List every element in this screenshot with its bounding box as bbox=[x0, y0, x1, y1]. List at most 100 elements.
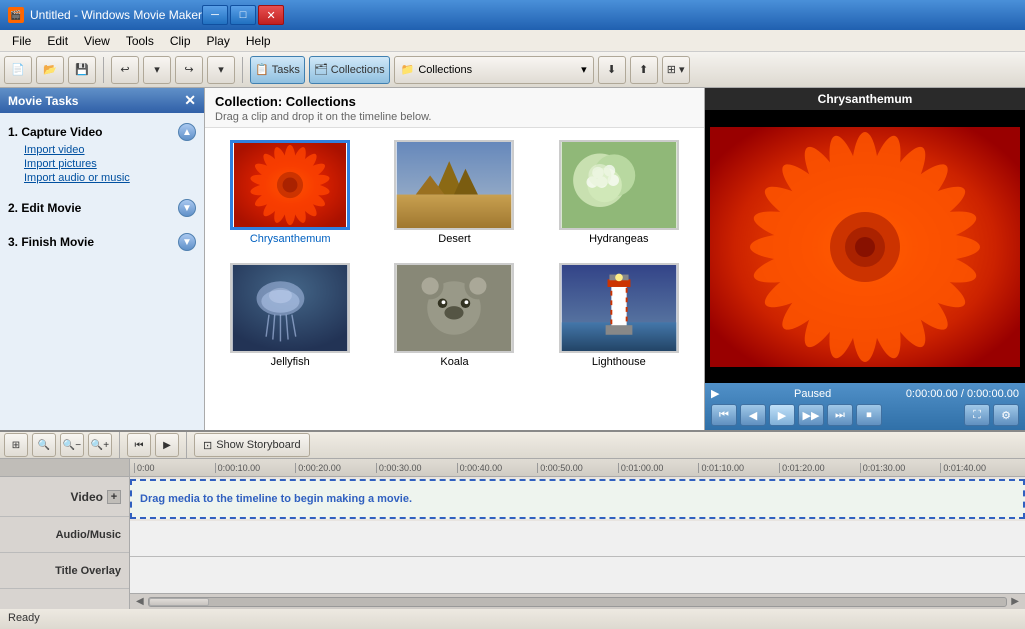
maximize-button[interactable]: □ bbox=[230, 5, 256, 25]
media-item-lighthouse[interactable]: Lighthouse bbox=[542, 259, 696, 372]
finish-movie-section: 3. Finish Movie ▼ bbox=[8, 231, 196, 253]
menu-play[interactable]: Play bbox=[199, 32, 238, 50]
menu-file[interactable]: File bbox=[4, 32, 39, 50]
timeline-scrollbar[interactable]: ◀ ▶ bbox=[130, 593, 1025, 609]
export-button[interactable]: ⬆ bbox=[630, 56, 658, 84]
preview-play-button[interactable]: ▶ bbox=[769, 404, 795, 426]
main-area: Movie Tasks ✕ 1. Capture Video ▲ Import … bbox=[0, 88, 1025, 430]
scroll-right-button[interactable]: ▶ bbox=[1007, 596, 1023, 607]
video-drop-hint: Drag media to the timeline to begin maki… bbox=[140, 493, 412, 505]
media-item-desert[interactable]: Desert bbox=[377, 136, 531, 249]
menu-tools[interactable]: Tools bbox=[118, 32, 162, 50]
collection-title: Collection: Collections bbox=[215, 94, 694, 109]
timeline-ruler: 0:00 0:00:10.00 0:00:20.00 0:00:30.00 0:… bbox=[130, 459, 1025, 477]
media-label-chrysanthemum: Chrysanthemum bbox=[250, 233, 331, 245]
collections-icon: 🗂 bbox=[314, 63, 328, 76]
new-button[interactable]: 📄 bbox=[4, 56, 32, 84]
media-label-jellyfish: Jellyfish bbox=[271, 356, 310, 368]
menu-clip[interactable]: Clip bbox=[162, 32, 199, 50]
undo-button[interactable]: ↩ bbox=[111, 56, 139, 84]
audio-track[interactable] bbox=[130, 521, 1025, 557]
undo-dropdown[interactable]: ▾ bbox=[143, 56, 171, 84]
timeline-play-button[interactable]: ▶ bbox=[155, 433, 179, 457]
capture-video-section: 1. Capture Video ▲ Import video Import p… bbox=[8, 121, 196, 185]
preview-next-frame-button[interactable]: ▶▶ bbox=[798, 404, 824, 426]
ruler-tick-5: 0:00:50.00 bbox=[537, 463, 618, 473]
scroll-thumb[interactable] bbox=[149, 598, 209, 606]
collection-header: Collection: Collections Drag a clip and … bbox=[205, 88, 704, 128]
title-overlay-track-label: Title Overlay bbox=[0, 553, 129, 589]
timeline-rewind-button[interactable]: ⏮ bbox=[127, 433, 151, 457]
import-audio-link[interactable]: Import audio or music bbox=[8, 171, 196, 185]
preview-stop-button[interactable]: ⏹ bbox=[856, 404, 882, 426]
video-add-button[interactable]: + bbox=[107, 490, 121, 504]
status-text: Ready bbox=[8, 612, 40, 624]
preview-video-display bbox=[710, 127, 1020, 367]
import-video-link[interactable]: Import video bbox=[8, 143, 196, 157]
ruler-tick-8: 0:01:20.00 bbox=[779, 463, 860, 473]
save-button[interactable]: 💾 bbox=[68, 56, 96, 84]
menu-help[interactable]: Help bbox=[238, 32, 279, 50]
timeline-zoom-out-button[interactable]: 🔍− bbox=[60, 433, 84, 457]
open-icon: 📂 bbox=[43, 63, 57, 76]
preview-skip-start-button[interactable]: ⏮ bbox=[711, 404, 737, 426]
redo-dropdown[interactable]: ▾ bbox=[207, 56, 235, 84]
video-track[interactable]: Drag media to the timeline to begin maki… bbox=[130, 479, 1025, 519]
capture-video-title[interactable]: 1. Capture Video ▲ bbox=[8, 121, 196, 143]
finish-movie-title[interactable]: 3. Finish Movie ▼ bbox=[8, 231, 196, 253]
timeline-zoom-in-button[interactable]: 🔍+ bbox=[88, 433, 112, 457]
toolbar: 📄 📂 💾 ↩ ▾ ↪ ▾ 📋 Tasks 🗂 Collections 📁 Co… bbox=[0, 52, 1025, 88]
tasks-icon: 📋 bbox=[255, 63, 269, 76]
preview-settings-button[interactable]: ⚙ bbox=[993, 404, 1019, 426]
view-icon: ⊞ bbox=[667, 63, 676, 76]
capture-expand-icon[interactable]: ▲ bbox=[178, 123, 196, 141]
ruler-tick-2: 0:00:20.00 bbox=[295, 463, 376, 473]
preview-play-icon: ▶ bbox=[711, 387, 719, 400]
show-storyboard-button[interactable]: ⊡ Show Storyboard bbox=[194, 433, 310, 457]
menu-edit[interactable]: Edit bbox=[39, 32, 76, 50]
close-button[interactable]: ✕ bbox=[258, 5, 284, 25]
tasks-panel-body: 1. Capture Video ▲ Import video Import p… bbox=[0, 113, 204, 430]
preview-fullscreen-button[interactable]: ⛶ bbox=[964, 404, 990, 426]
import-icon: ⬇ bbox=[607, 63, 616, 76]
collections-tab-button[interactable]: 🗂 Collections bbox=[309, 56, 390, 84]
track-main: 0:00 0:00:10.00 0:00:20.00 0:00:30.00 0:… bbox=[130, 459, 1025, 609]
menu-view[interactable]: View bbox=[76, 32, 118, 50]
media-item-chrysanthemum[interactable]: Chrysanthemum bbox=[213, 136, 367, 249]
redo-button[interactable]: ↪ bbox=[175, 56, 203, 84]
preview-video-area bbox=[705, 110, 1025, 383]
media-item-koala[interactable]: Koala bbox=[377, 259, 531, 372]
media-thumb-jellyfish bbox=[230, 263, 350, 353]
edit-expand-icon[interactable]: ▼ bbox=[178, 199, 196, 217]
media-item-jellyfish[interactable]: Jellyfish bbox=[213, 259, 367, 372]
scroll-track[interactable] bbox=[148, 597, 1008, 607]
preview-skip-end-button[interactable]: ⏭ bbox=[827, 404, 853, 426]
ruler-tick-6: 0:01:00.00 bbox=[618, 463, 699, 473]
media-thumb-hydrangeas bbox=[559, 140, 679, 230]
minimize-button[interactable]: ─ bbox=[202, 5, 228, 25]
redo-icon: ↪ bbox=[184, 63, 193, 76]
open-button[interactable]: 📂 bbox=[36, 56, 64, 84]
ruler-tick-4: 0:00:40.00 bbox=[457, 463, 538, 473]
title-overlay-track[interactable] bbox=[130, 557, 1025, 593]
timeline-zoom-fit-button[interactable]: ⊞ bbox=[4, 433, 28, 457]
tasks-panel-close-button[interactable]: ✕ bbox=[184, 92, 196, 109]
undo-icon: ↩ bbox=[120, 63, 129, 76]
import-pictures-link[interactable]: Import pictures bbox=[8, 157, 196, 171]
collections-panel: Collection: Collections Drag a clip and … bbox=[205, 88, 705, 430]
timeline-area: ⊞ 🔍 🔍− 🔍+ ⏮ ▶ ⊡ Show Storyboard Video + … bbox=[0, 430, 1025, 605]
view-button[interactable]: ⊞▾ bbox=[662, 56, 690, 84]
collections-dropdown[interactable]: 📁 Collections ▾ bbox=[394, 56, 594, 84]
media-thumb-lighthouse bbox=[559, 263, 679, 353]
media-item-hydrangeas[interactable]: Hydrangeas bbox=[542, 136, 696, 249]
import-button[interactable]: ⬇ bbox=[598, 56, 626, 84]
preview-status-bar: ▶ Paused 0:00:00.00 / 0:00:00.00 bbox=[711, 387, 1019, 400]
preview-prev-frame-button[interactable]: ◀ bbox=[740, 404, 766, 426]
ruler-spacer bbox=[0, 459, 129, 477]
finish-expand-icon[interactable]: ▼ bbox=[178, 233, 196, 251]
scroll-left-button[interactable]: ◀ bbox=[132, 596, 148, 607]
tasks-button[interactable]: 📋 Tasks bbox=[250, 56, 305, 84]
edit-movie-title[interactable]: 2. Edit Movie ▼ bbox=[8, 197, 196, 219]
ruler-tick-3: 0:00:30.00 bbox=[376, 463, 457, 473]
timeline-search-button[interactable]: 🔍 bbox=[32, 433, 56, 457]
